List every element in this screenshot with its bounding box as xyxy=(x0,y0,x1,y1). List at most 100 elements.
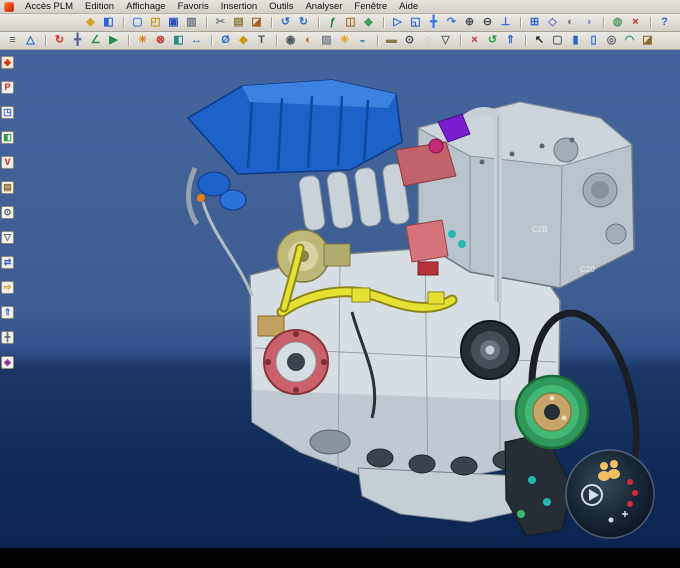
filter-icon[interactable]: ▽ xyxy=(1,231,14,244)
dipstick-tube[interactable] xyxy=(201,201,254,297)
undo-icon[interactable]: ↺ xyxy=(271,15,294,30)
publish-left-icon[interactable]: ⇑ xyxy=(1,306,14,319)
pipe-flange-2[interactable] xyxy=(427,291,445,305)
fitting-teal-2[interactable] xyxy=(458,240,466,248)
pocket-icon[interactable]: ▯ xyxy=(585,33,602,48)
measure-icon[interactable]: Ø xyxy=(211,33,234,48)
camera-icon[interactable]: ◉ xyxy=(276,33,299,48)
options-icon[interactable]: ╋ xyxy=(1,331,14,344)
cam-port-3[interactable] xyxy=(605,223,627,245)
intake-runners[interactable] xyxy=(298,163,410,231)
explode-icon[interactable]: ☀ xyxy=(128,33,151,48)
pipe-flange[interactable] xyxy=(351,287,371,303)
texture-icon[interactable]: ▨ xyxy=(318,33,335,48)
catalog-icon[interactable]: ◫ xyxy=(342,15,359,30)
publish-icon[interactable]: ⇑ xyxy=(502,33,519,48)
plm-query-icon[interactable]: ◈ xyxy=(82,15,99,30)
material-icon[interactable]: ◆ xyxy=(360,15,377,30)
apply-material-icon[interactable]: ◪ xyxy=(639,33,656,48)
rotate-icon[interactable]: ↷ xyxy=(443,15,460,30)
menu-fenetre[interactable]: Fenêtre xyxy=(348,0,393,13)
layer-filter-icon[interactable]: ▽ xyxy=(437,33,454,48)
open-icon[interactable]: ◰ xyxy=(147,15,164,30)
sensor-magenta[interactable] xyxy=(428,138,444,154)
mass-properties-icon[interactable]: ◆ xyxy=(235,33,252,48)
normal-view-icon[interactable]: ⊥ xyxy=(497,15,514,30)
smart-move-icon[interactable]: ▶ xyxy=(105,33,122,48)
menu-acces-plm[interactable]: Accès PLM xyxy=(19,0,79,13)
cache-icon[interactable]: ▤ xyxy=(1,181,14,194)
distance-analysis-icon[interactable]: ↔ xyxy=(188,33,205,48)
oil-pan[interactable] xyxy=(357,467,523,523)
paste-icon[interactable]: ◪ xyxy=(248,15,265,30)
graph-view-icon[interactable]: △ xyxy=(22,33,39,48)
hide-show-icon[interactable]: ◑ xyxy=(580,15,597,30)
timing-chain-cover[interactable] xyxy=(504,432,573,537)
cut-icon[interactable]: ✂ xyxy=(206,15,229,30)
multi-view-icon[interactable]: ⊞ xyxy=(520,15,543,30)
menu-favoris[interactable]: Favoris xyxy=(172,0,215,13)
specification-tree-icon[interactable]: ≡ xyxy=(4,33,21,48)
delete-element-icon[interactable]: × xyxy=(460,33,483,48)
left-hose[interactable] xyxy=(186,166,200,226)
send-to-icon[interactable]: ⇨ xyxy=(1,281,14,294)
part-design-icon[interactable]: ◧ xyxy=(1,131,14,144)
3d-viewport[interactable]: ◆ P ◳ ◧ V ▤ ⊙ ▽ ⇄ ⇨ ⇑ ╋ ◈ C2B C20 xyxy=(0,50,680,548)
menu-affichage[interactable]: Affichage xyxy=(120,0,171,13)
help-icon[interactable]: ? xyxy=(650,15,673,30)
light-source-icon[interactable]: ☀ xyxy=(336,33,353,48)
fit-all-in-icon[interactable]: ◱ xyxy=(407,15,424,30)
clash-analysis-icon[interactable]: ⊗ xyxy=(152,33,169,48)
select-arrow-icon[interactable]: ↖ xyxy=(525,33,548,48)
wheel-body[interactable] xyxy=(565,449,655,539)
menu-edition[interactable]: Edition xyxy=(79,0,120,13)
mount-pad[interactable] xyxy=(417,261,439,276)
recycle-icon[interactable]: ↺ xyxy=(484,33,501,48)
magnifier-icon[interactable]: ⊙ xyxy=(401,33,418,48)
manipulation-icon[interactable]: ╋ xyxy=(69,33,86,48)
swap-visible-space-icon[interactable]: ◍ xyxy=(603,15,626,30)
menu-analyser[interactable]: Analyser xyxy=(299,0,348,13)
menu-aide[interactable]: Aide xyxy=(393,0,424,13)
knowledge-icon[interactable]: ƒ xyxy=(318,15,341,30)
search-icon[interactable]: ⊙ xyxy=(1,206,14,219)
exit-workbench-icon[interactable]: ◈ xyxy=(1,356,14,369)
link-manager-icon[interactable]: ⇄ xyxy=(1,256,14,269)
dipstick-handle[interactable] xyxy=(197,194,205,202)
selection-box-icon[interactable]: ▢ xyxy=(549,33,566,48)
ground-icon[interactable]: ▬ xyxy=(377,33,400,48)
snap-icon[interactable]: ∠ xyxy=(87,33,104,48)
menu-insertion[interactable]: Insertion xyxy=(215,0,263,13)
menu-outils[interactable]: Outils xyxy=(263,0,299,13)
isometric-view-icon[interactable]: ◇ xyxy=(544,15,561,30)
print-icon[interactable]: ▥ xyxy=(183,15,200,30)
product-structure-icon[interactable]: ◳ xyxy=(1,106,14,119)
hole-icon[interactable]: ◎ xyxy=(603,33,620,48)
depth-effect-icon[interactable]: ◒ xyxy=(354,33,371,48)
shading-icon[interactable]: ◐ xyxy=(562,15,579,30)
navigation-wheel[interactable] xyxy=(564,448,656,540)
zoom-in-icon[interactable]: ⊕ xyxy=(461,15,478,30)
zoom-out-icon[interactable]: ⊖ xyxy=(479,15,496,30)
throttle-bracket[interactable] xyxy=(323,243,351,267)
annotation-icon[interactable]: T xyxy=(253,33,270,48)
starter-motor[interactable] xyxy=(309,429,351,455)
copy-icon[interactable]: ▤ xyxy=(230,15,247,30)
new-document-icon[interactable]: ▢ xyxy=(123,15,146,30)
save-icon[interactable]: ▣ xyxy=(165,15,182,30)
render-icon[interactable]: ◐ xyxy=(300,33,317,48)
plm-access-icon[interactable]: P xyxy=(1,81,14,94)
redo-icon[interactable]: ↻ xyxy=(295,15,312,30)
vpm-navigator-icon[interactable]: V xyxy=(1,156,14,169)
cam-port-2[interactable] xyxy=(553,137,579,163)
pad-icon[interactable]: ▮ xyxy=(567,33,584,48)
plm-save-icon[interactable]: ◧ xyxy=(100,15,117,30)
pan-icon[interactable]: ╋ xyxy=(425,15,442,30)
engine-mount-bracket[interactable] xyxy=(405,219,449,263)
workbench-icon[interactable]: ◆ xyxy=(1,56,14,69)
delete-icon[interactable]: × xyxy=(627,15,644,30)
update-icon[interactable]: ↻ xyxy=(45,33,68,48)
section-icon[interactable]: ◧ xyxy=(170,33,187,48)
cover-duct-2[interactable] xyxy=(219,189,247,211)
fly-mode-icon[interactable]: ▷ xyxy=(383,15,406,30)
